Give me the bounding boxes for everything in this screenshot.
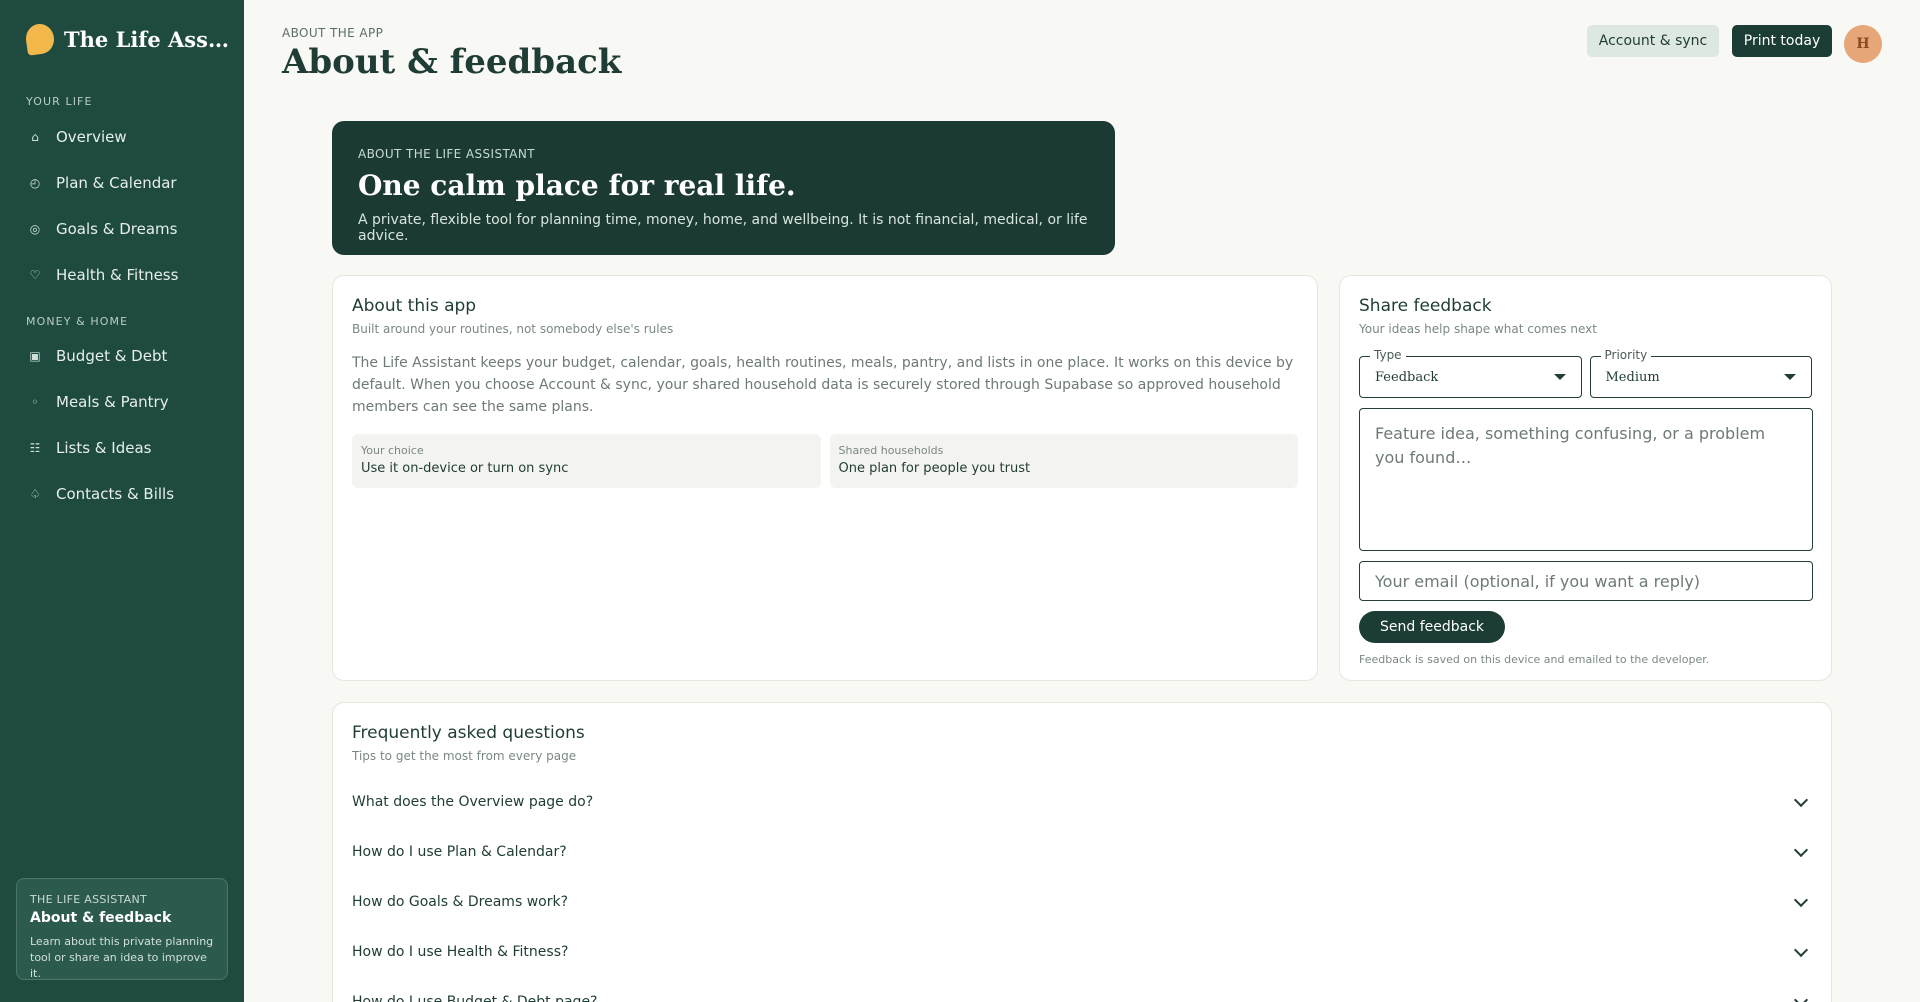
caret-down-icon xyxy=(1784,374,1796,380)
priority-select-label: Priority xyxy=(1600,348,1652,362)
faq-question: How do I use Budget & Debt page? xyxy=(352,994,598,1002)
sidebar-item-plan-calendar[interactable]: ◴ Plan & Calendar xyxy=(28,170,228,196)
choice-tile: Shared households One plan for people yo… xyxy=(829,434,1298,488)
sidebar-item-label: Goals & Dreams xyxy=(56,220,178,238)
feedback-card: Share feedback Your ideas help shape wha… xyxy=(1339,275,1832,681)
list-icon: ☷ xyxy=(29,441,41,455)
hero-title: One calm place for real life. xyxy=(358,169,796,202)
faq-item[interactable]: How do I use Plan & Calendar? xyxy=(352,827,1812,877)
chevron-down-icon xyxy=(1793,992,1809,1002)
choice-label: Your choice xyxy=(361,444,424,457)
sidebar-item-meals-pantry[interactable]: ◦ Meals & Pantry xyxy=(28,389,228,415)
faq-question: How do I use Health & Fitness? xyxy=(352,944,569,960)
feedback-message-input[interactable]: Feature idea, something confusing, or a … xyxy=(1359,408,1813,551)
heart-icon: ♡ xyxy=(29,268,41,282)
faq-title: Frequently asked questions xyxy=(352,723,585,743)
breadcrumb: ABOUT THE APP xyxy=(282,26,384,40)
sidebar-item-label: Health & Fitness xyxy=(56,266,179,284)
sidebar-card-desc: Learn about this private planning tool o… xyxy=(30,935,214,980)
bowl-icon: ◦ xyxy=(31,395,39,409)
sidebar: The Life Assistant YOUR LIFE ⌂ Overview … xyxy=(0,0,244,1002)
hero-banner: ABOUT THE LIFE ASSISTANT One calm place … xyxy=(332,121,1115,255)
faq-item[interactable]: How do Goals & Dreams work? xyxy=(352,877,1812,927)
sidebar-card-kicker: THE LIFE ASSISTANT xyxy=(30,893,148,906)
nav-section-your-life: YOUR LIFE xyxy=(26,95,93,108)
faq-item[interactable]: What does the Overview page do? xyxy=(352,777,1812,827)
sidebar-item-health-fitness[interactable]: ♡ Health & Fitness xyxy=(28,262,228,288)
choice-value: One plan for people you trust xyxy=(838,461,1031,476)
home-icon: ⌂ xyxy=(31,130,39,144)
sidebar-item-label: Budget & Debt xyxy=(56,347,168,365)
faq-question: How do Goals & Dreams work? xyxy=(352,894,569,910)
faq-item[interactable]: How do I use Health & Fitness? xyxy=(352,927,1812,977)
chevron-down-icon xyxy=(1793,842,1809,857)
faq-card: Frequently asked questions Tips to get t… xyxy=(332,702,1832,1002)
choice-label: Shared households xyxy=(838,444,944,457)
nav-section-money-home: MONEY & HOME xyxy=(26,315,129,328)
choice-value: Use it on-device or turn on sync xyxy=(361,461,569,476)
about-card: About this app Built around your routine… xyxy=(332,275,1318,681)
brand-logo-icon xyxy=(24,22,56,56)
sidebar-about-card[interactable]: THE LIFE ASSISTANT About & feedback Lear… xyxy=(16,878,228,980)
sidebar-item-overview[interactable]: ⌂ Overview xyxy=(28,124,228,150)
page-title: About & feedback xyxy=(282,42,622,82)
sidebar-item-contacts-bills[interactable]: ♤ Contacts & Bills xyxy=(28,481,228,507)
sidebar-card-title: About & feedback xyxy=(30,910,172,926)
sidebar-item-label: Contacts & Bills xyxy=(56,485,175,503)
sidebar-item-lists-ideas[interactable]: ☷ Lists & Ideas xyxy=(28,435,228,461)
brand[interactable]: The Life Assistant xyxy=(24,22,236,56)
sidebar-item-label: Overview xyxy=(56,128,127,146)
sidebar-item-budget-debt[interactable]: ▣ Budget & Debt xyxy=(28,343,228,369)
chevron-down-icon xyxy=(1793,792,1809,807)
chevron-down-icon xyxy=(1793,892,1809,907)
hero-desc: A private, flexible tool for planning ti… xyxy=(358,212,1088,244)
faq-item[interactable]: How do I use Budget & Debt page? xyxy=(352,977,1812,1002)
faq-question: What does the Overview page do? xyxy=(352,794,594,810)
brand-name: The Life Assistant xyxy=(64,26,229,52)
type-select-value: Feedback xyxy=(1375,369,1439,385)
about-title: About this app xyxy=(352,296,477,316)
sidebar-item-goals-dreams[interactable]: ◎ Goals & Dreams xyxy=(28,216,228,242)
feedback-selects: Type Feedback Priority Medium xyxy=(1359,348,1812,398)
target-icon: ◎ xyxy=(29,222,41,236)
caret-down-icon xyxy=(1553,374,1566,380)
priority-select[interactable]: Priority Medium xyxy=(1589,348,1812,398)
avatar[interactable]: H xyxy=(1844,25,1882,63)
type-select[interactable]: Type Feedback xyxy=(1359,348,1582,398)
chevron-down-icon xyxy=(1793,942,1809,957)
sidebar-item-label: Meals & Pantry xyxy=(56,393,169,411)
feedback-title: Share feedback xyxy=(1359,296,1492,316)
feedback-subtitle: Your ideas help shape what comes next xyxy=(1359,322,1597,336)
sidebar-item-label: Plan & Calendar xyxy=(56,174,177,192)
hero-kicker: ABOUT THE LIFE ASSISTANT xyxy=(358,147,535,161)
feedback-email-input[interactable]: Your email (optional, if you want a repl… xyxy=(1359,561,1813,601)
faq-list: What does the Overview page do? How do I… xyxy=(352,777,1812,1002)
print-today-button[interactable]: Print today xyxy=(1732,25,1832,57)
feedback-note: Feedback is saved on this device and ema… xyxy=(1359,653,1710,666)
clock-icon: ◴ xyxy=(29,176,41,190)
about-subtitle: Built around your routines, not somebody… xyxy=(352,322,674,336)
sidebar-item-label: Lists & Ideas xyxy=(56,439,152,457)
priority-select-value: Medium xyxy=(1605,369,1660,385)
faq-subtitle: Tips to get the most from every page xyxy=(352,749,577,763)
choice-tile: Your choice Use it on-device or turn on … xyxy=(352,434,821,488)
faq-question: How do I use Plan & Calendar? xyxy=(352,844,567,860)
bell-icon: ♤ xyxy=(29,487,41,501)
wallet-icon: ▣ xyxy=(29,349,41,363)
account-sync-button[interactable]: Account & sync xyxy=(1587,25,1719,57)
type-select-label: Type xyxy=(1370,348,1406,362)
about-body: The Life Assistant keeps your budget, ca… xyxy=(352,355,1294,415)
send-feedback-button[interactable]: Send feedback xyxy=(1359,611,1505,643)
choice-row: Your choice Use it on-device or turn on … xyxy=(352,434,1298,488)
